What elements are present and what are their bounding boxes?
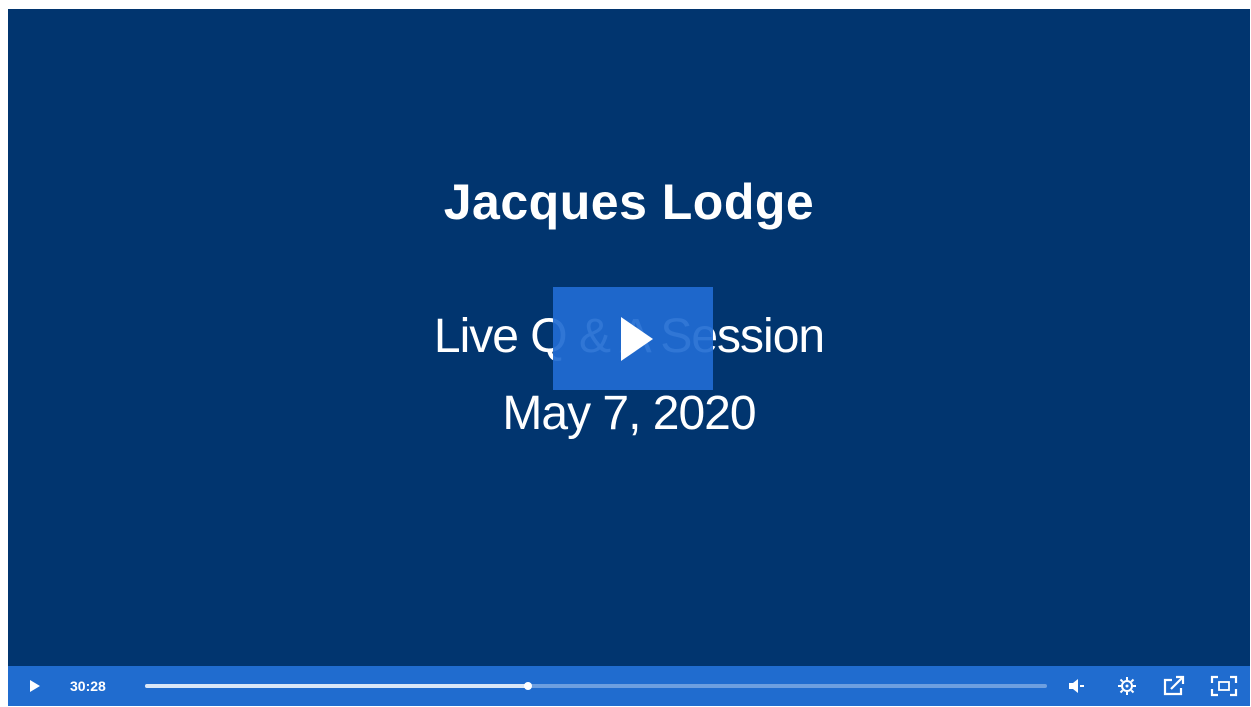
- slide-title: Jacques Lodge: [443, 174, 815, 230]
- share-button[interactable]: [1161, 666, 1187, 706]
- play-button[interactable]: [26, 666, 48, 706]
- big-play-button[interactable]: [553, 287, 713, 390]
- elapsed-time: 30:28: [70, 678, 106, 694]
- control-bar: 30:28: [8, 666, 1250, 706]
- progress-fill: [145, 684, 529, 688]
- progress-handle[interactable]: [524, 682, 533, 690]
- progress-bar[interactable]: [145, 682, 1047, 690]
- play-icon: [621, 317, 653, 361]
- volume-icon: [1069, 679, 1084, 693]
- settings-button[interactable]: [1115, 666, 1139, 706]
- share-icon: [1163, 675, 1185, 696]
- video-player[interactable]: Jacques Lodge Live Q & A Session May 7, …: [8, 9, 1250, 706]
- gear-icon: [1118, 677, 1136, 695]
- volume-button[interactable]: [1066, 666, 1088, 706]
- fullscreen-button[interactable]: [1209, 666, 1239, 706]
- play-icon: [30, 680, 40, 692]
- slide-date: May 7, 2020: [502, 387, 756, 440]
- fullscreen-icon: [1210, 675, 1238, 697]
